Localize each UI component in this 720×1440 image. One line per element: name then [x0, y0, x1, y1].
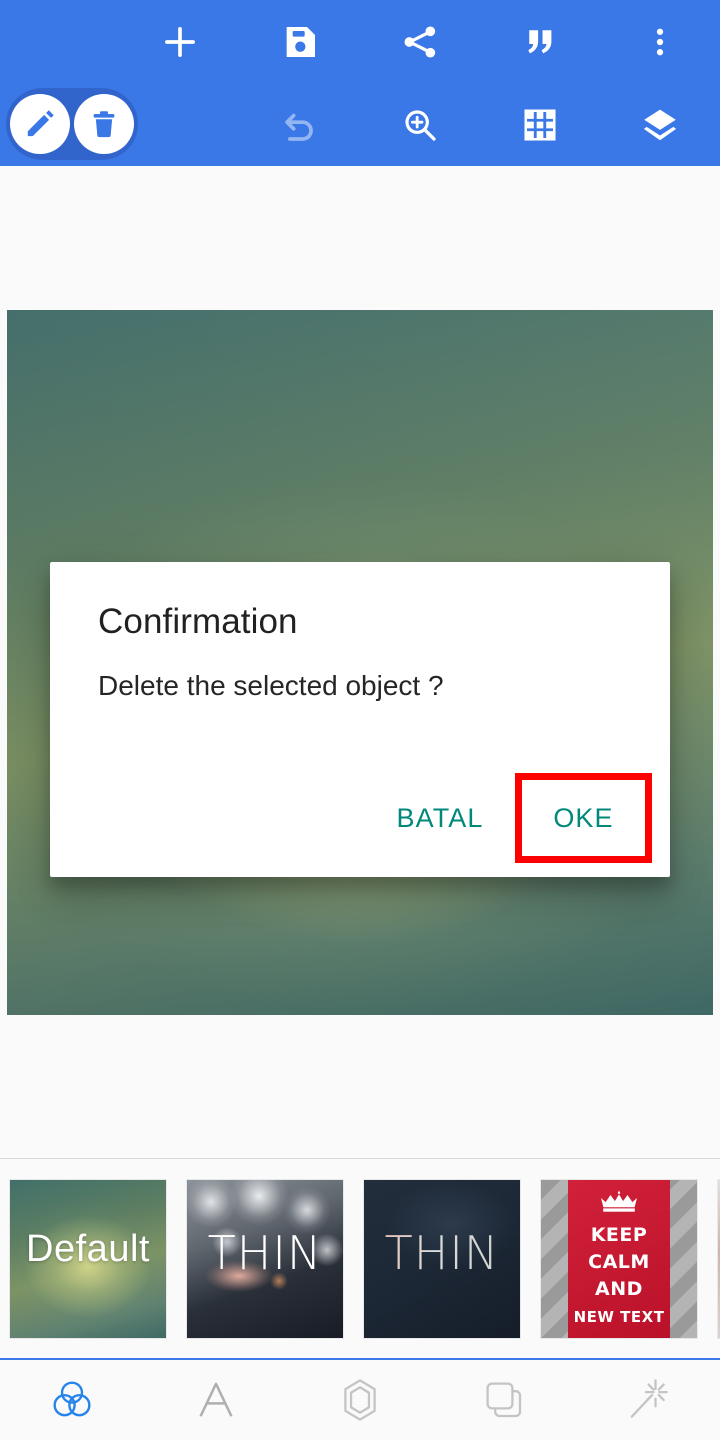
shape-icon [335, 1375, 385, 1425]
confirm-button[interactable]: OKE [553, 803, 613, 834]
keep-calm-panel: KEEP CALM AND NEW TEXT [568, 1180, 670, 1338]
thumbnail-thin-navy[interactable]: THIN [364, 1180, 520, 1338]
thumbnail-default[interactable]: Default [10, 1180, 166, 1338]
magic-wand-icon [623, 1375, 673, 1425]
keep-calm-line-2: CALM [588, 1251, 650, 1273]
thumbnail-track: Default THIN THIN KEEP CALM AND NEW TEXT [10, 1180, 720, 1338]
keep-calm-line-3: AND [595, 1278, 643, 1300]
cancel-button[interactable]: BATAL [365, 803, 515, 834]
nav-item-shape[interactable] [288, 1361, 432, 1439]
keep-calm-line-4: NEW TEXT [573, 1308, 665, 1326]
confirmation-dialog: Confirmation Delete the selected object … [50, 562, 670, 877]
crown-icon [597, 1189, 641, 1220]
dialog-message: Delete the selected object ? [98, 670, 444, 701]
dialog-actions: BATAL OKE [365, 773, 652, 863]
nav-item-text[interactable] [144, 1361, 288, 1439]
thumbnail-keep-calm[interactable]: KEEP CALM AND NEW TEXT [541, 1180, 697, 1338]
confirm-button-highlight: OKE [515, 773, 652, 863]
thumbnail-thin-bokeh[interactable]: THIN [187, 1180, 343, 1338]
filters-icon [46, 1374, 98, 1426]
nav-item-effects[interactable] [576, 1361, 720, 1439]
template-thumbnail-strip[interactable]: Default THIN THIN KEEP CALM AND NEW TEXT [0, 1158, 720, 1361]
nav-item-filters[interactable] [0, 1361, 144, 1439]
thumbnail-label: THIN [364, 1226, 520, 1280]
keep-calm-line-1: KEEP [590, 1224, 648, 1246]
dialog-title: Confirmation [98, 602, 298, 641]
bottom-navigation-bar [0, 1358, 720, 1440]
duplicate-icon [480, 1376, 528, 1424]
thumbnail-label: Default [26, 1228, 150, 1270]
thumbnail-label: THIN [207, 1226, 323, 1280]
nav-item-duplicate[interactable] [432, 1361, 576, 1439]
text-icon [191, 1375, 241, 1425]
